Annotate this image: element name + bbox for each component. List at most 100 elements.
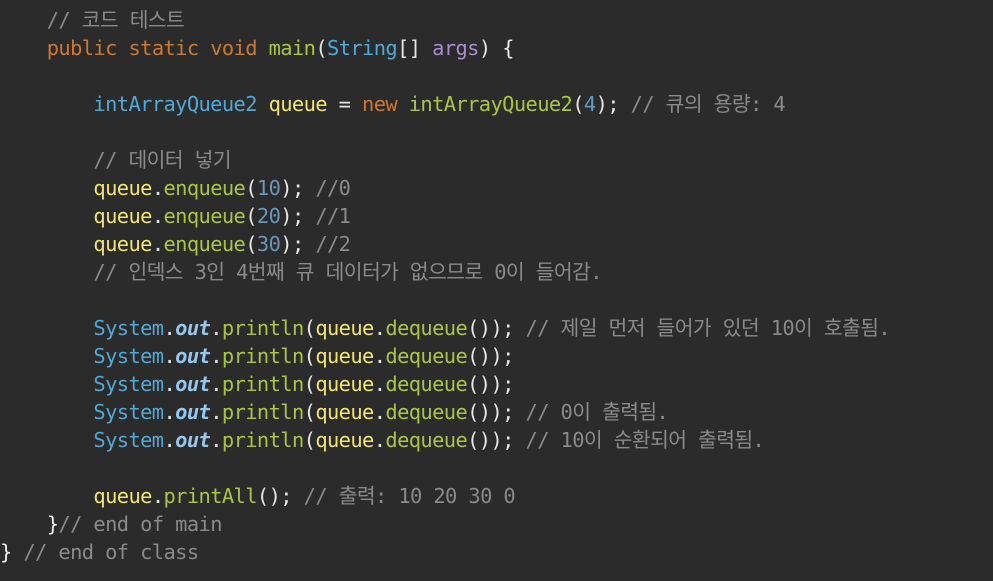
variable: queue [315,372,374,396]
class-name: System [93,400,164,424]
code-line: public static void main(String[] args) { [0,34,515,62]
method-call: dequeue [385,316,468,340]
variable: queue [268,92,328,116]
code-line: }// end of main [0,510,223,538]
static-field: out [175,428,211,452]
close-brace: } [46,512,59,536]
variable: queue [93,232,152,256]
paren: ); [280,232,304,256]
dot: . [163,400,176,424]
code-line: System.out.println(queue.dequeue()); // … [0,398,668,426]
variable: queue [315,316,374,340]
param-name: args [432,36,479,60]
param-type: String [327,36,398,60]
dot: . [210,316,222,340]
method-call: println [221,372,304,396]
paren: ( [303,344,316,368]
code-editor[interactable]: // 코드 테스트 public static void main(String… [0,0,993,581]
dot: . [163,344,176,368]
paren: ( [303,428,316,452]
variable: queue [315,344,374,368]
paren: ( [245,232,257,256]
code-comment: // 0이 출력됨. [525,400,669,424]
code-comment: // 제일 먼저 들어가 있던 10이 호출됨. [525,316,891,340]
paren: ( [303,372,316,396]
paren: ( [303,400,316,424]
code-line: System.out.println(queue.dequeue()); [0,342,514,370]
number-literal: 10 [256,176,281,200]
static-field: out [175,372,211,396]
paren: ( [245,204,257,228]
code-comment: // end of main [58,512,222,536]
dot: . [210,372,222,396]
number-literal: 4 [583,92,596,116]
keyword-new: new [362,92,398,116]
code-line: queue.enqueue(20); //1 [0,202,351,230]
method-call: dequeue [385,344,468,368]
method-call: enqueue [163,176,246,200]
variable: queue [93,204,152,228]
dot: . [210,344,222,368]
code-comment: //2 [315,232,351,256]
variable: queue [315,428,374,452]
code-comment: // 데이터 넣기 [93,148,231,172]
dot: . [163,372,176,396]
paren: ()); [467,344,514,368]
class-name: System [93,372,164,396]
dot: . [151,176,164,200]
code-line: queue.enqueue(30); //2 [0,230,351,258]
dot: . [373,428,386,452]
code-line: System.out.println(queue.dequeue()); [0,370,514,398]
dot: . [163,428,176,452]
code-comment: // 큐의 용량: 4 [630,92,786,116]
operator: = [338,92,351,116]
dot: . [373,316,386,340]
variable: queue [93,176,152,200]
code-comment: // 코드 테스트 [46,8,185,32]
dot: . [210,428,222,452]
dot: . [373,400,386,424]
code-comment: // 인덱스 3인 4번째 큐 데이터가 없으므로 0이 들어감. [93,260,602,284]
class-name: System [93,344,164,368]
paren: ()); [467,400,514,424]
code-line: // 인덱스 3인 4번째 큐 데이터가 없으므로 0이 들어감. [0,258,602,286]
dot: . [151,232,164,256]
dot: . [373,372,386,396]
code-line: intArrayQueue2 queue = new intArrayQueue… [0,90,785,118]
code-comment: //0 [315,176,351,200]
keyword-public: public [46,36,118,60]
code-line: // 코드 테스트 [0,6,185,34]
dot: . [151,484,164,508]
variable: queue [93,484,152,508]
static-field: out [175,400,211,424]
number-literal: 20 [256,204,281,228]
paren: ()); [467,428,514,452]
dot: . [210,400,222,424]
class-name: System [93,428,164,452]
method-call: println [221,316,304,340]
code-line: } // end of class [0,538,199,566]
method-call: dequeue [385,428,468,452]
static-field: out [175,316,211,340]
method-call: println [221,400,304,424]
method-call: dequeue [385,372,468,396]
paren: (); [256,484,293,508]
dot: . [163,316,176,340]
open-brace: { [502,36,514,60]
close-brace: } [0,540,12,564]
dot: . [151,204,164,228]
paren: ()); [467,316,514,340]
method-call: enqueue [163,204,246,228]
